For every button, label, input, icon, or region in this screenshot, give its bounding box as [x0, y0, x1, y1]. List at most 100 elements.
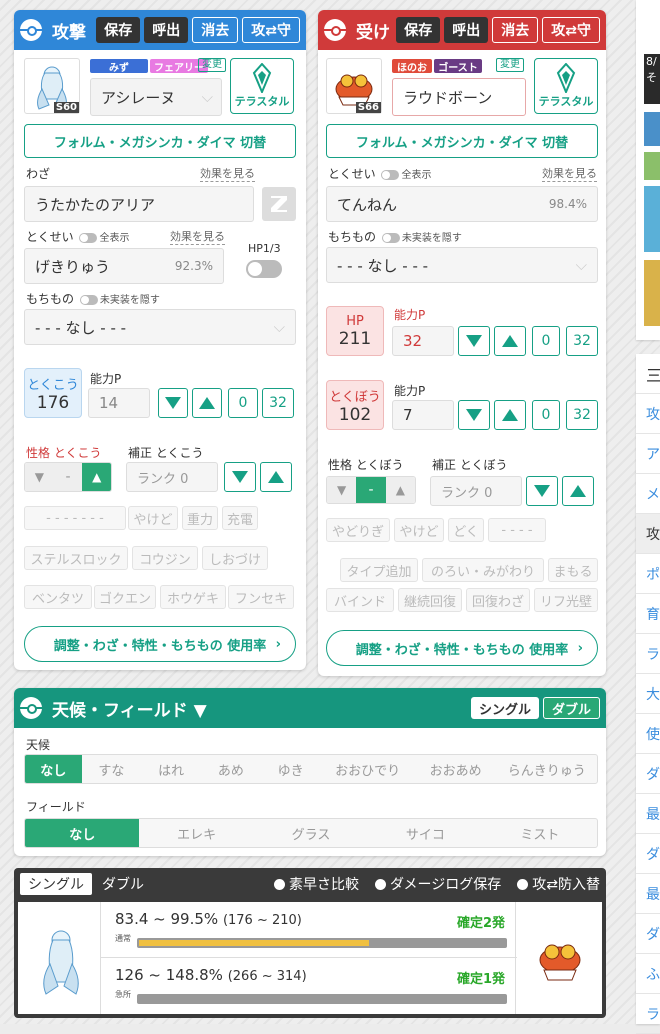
- save-button[interactable]: 保存: [96, 17, 141, 43]
- nature-neutral[interactable]: -: [53, 463, 83, 491]
- weather-heavy-rain[interactable]: おおあめ: [415, 755, 497, 783]
- condition-chip[interactable]: ホウゲキ: [160, 585, 226, 609]
- sidebar-item[interactable]: ラ: [636, 634, 660, 674]
- sidebar-item[interactable]: 使: [636, 714, 660, 754]
- form-toggle-button[interactable]: フォルム・メガシンカ・ダイマ 切替: [24, 124, 296, 158]
- weather-snow[interactable]: ゆき: [261, 755, 321, 783]
- pokemon-sprite[interactable]: S66: [326, 58, 382, 114]
- condition-chip[interactable]: のろい・みがわり: [422, 558, 544, 582]
- condition-chip[interactable]: ステルスロック: [24, 546, 128, 570]
- spdef-decrease-button[interactable]: [458, 400, 490, 430]
- condition-chip[interactable]: ベンタツ: [24, 585, 92, 609]
- field-electric[interactable]: エレキ: [139, 819, 253, 847]
- condition-chip[interactable]: しおづけ: [202, 546, 268, 570]
- sidebar-item[interactable]: 育: [636, 594, 660, 634]
- sidebar-item[interactable]: 最: [636, 874, 660, 914]
- condition-chip[interactable]: タイプ追加: [340, 558, 418, 582]
- single-button[interactable]: シングル: [470, 697, 539, 719]
- nature-selector[interactable]: ▼ - ▲: [24, 462, 112, 492]
- condition-chip[interactable]: やけど: [394, 518, 444, 542]
- spdef-zero-button[interactable]: 0: [532, 400, 560, 430]
- hp-max-button[interactable]: 32: [566, 326, 598, 356]
- sidebar-item[interactable]: ダ: [636, 754, 660, 794]
- damage-log-button[interactable]: ダメージログ保存: [374, 874, 501, 894]
- ability-effect-link[interactable]: 効果を見る: [542, 165, 597, 182]
- sidebar-item[interactable]: メ: [636, 474, 660, 514]
- ability-effect-link[interactable]: 効果を見る: [170, 228, 225, 245]
- condition-chip[interactable]: フンセキ: [228, 585, 294, 609]
- hp-ability-point-input[interactable]: 32: [392, 326, 454, 356]
- usage-link-button[interactable]: 調整・わざ・特性・もちもの 使用率 ›: [326, 630, 598, 666]
- nature-up-icon[interactable]: ▲: [385, 477, 415, 503]
- sidebar-item[interactable]: 攻: [636, 394, 660, 434]
- move-input[interactable]: うたかたのアリア: [24, 186, 254, 222]
- sidebar-item[interactable]: ふ: [636, 954, 660, 994]
- condition-chip[interactable]: 重力: [182, 506, 218, 530]
- ap-decrease-button[interactable]: [158, 388, 188, 418]
- nature-neutral[interactable]: -: [356, 477, 386, 503]
- field-title[interactable]: 天候・フィールド ▼: [52, 696, 467, 721]
- spdef-increase-button[interactable]: [494, 400, 526, 430]
- ap-zero-button[interactable]: 0: [228, 388, 258, 418]
- speed-compare-button[interactable]: 素早さ比較: [273, 874, 359, 894]
- nature-down-icon[interactable]: ▼: [25, 463, 54, 491]
- change-button[interactable]: 変更: [496, 58, 524, 72]
- hp-decrease-button[interactable]: [458, 326, 490, 356]
- condition-chip[interactable]: どく: [448, 518, 484, 542]
- rank-select[interactable]: ランク 0: [126, 462, 218, 492]
- swap-button[interactable]: 攻⇄守: [242, 17, 300, 43]
- condition-chip[interactable]: - - - - - - -: [24, 506, 126, 530]
- sidebar-item[interactable]: ダ: [636, 914, 660, 954]
- save-button[interactable]: 保存: [396, 17, 441, 43]
- weather-sand[interactable]: すな: [82, 755, 142, 783]
- ap-max-button[interactable]: 32: [262, 388, 294, 418]
- condition-chip[interactable]: コウジン: [132, 546, 198, 570]
- form-toggle-button[interactable]: フォルム・メガシンカ・ダイマ 切替: [326, 124, 598, 158]
- sidebar-item[interactable]: ダ: [636, 834, 660, 874]
- weather-selector[interactable]: なし すな はれ あめ ゆき おおひでり おおあめ らんきりゅう: [24, 754, 598, 784]
- sidebar-item-active[interactable]: 攻: [636, 514, 660, 554]
- item-select[interactable]: - - - なし - - - ⌵: [24, 309, 296, 345]
- double-tab[interactable]: ダブル: [102, 874, 274, 894]
- condition-chip[interactable]: 回復わざ: [466, 588, 530, 612]
- condition-chip[interactable]: リフ光壁: [534, 588, 598, 612]
- rank-decrease-button[interactable]: [224, 462, 256, 492]
- ability-select[interactable]: てんねん 98.4%: [326, 186, 598, 222]
- hp-increase-button[interactable]: [494, 326, 526, 356]
- pokemon-sprite[interactable]: S60: [24, 58, 80, 114]
- double-button[interactable]: ダブル: [542, 697, 600, 719]
- rank-select[interactable]: ランク 0: [430, 476, 522, 506]
- field-selector[interactable]: なし エレキ グラス サイコ ミスト: [24, 818, 598, 848]
- hide-unimplemented-toggle[interactable]: [381, 232, 400, 243]
- single-tab[interactable]: シングル: [20, 873, 92, 895]
- weather-rain[interactable]: あめ: [201, 755, 261, 783]
- sidebar-item[interactable]: ポ: [636, 554, 660, 594]
- condition-chip[interactable]: 充電: [222, 506, 258, 530]
- clear-button[interactable]: 消去: [192, 17, 239, 43]
- pokemon-select[interactable]: アシレーヌ ⌵: [90, 78, 222, 116]
- ad-thumb[interactable]: [644, 186, 660, 252]
- field-grassy[interactable]: グラス: [254, 819, 368, 847]
- ad-thumb[interactable]: [644, 260, 660, 326]
- weather-sun[interactable]: はれ: [141, 755, 201, 783]
- sidebar-item[interactable]: 最: [636, 794, 660, 834]
- condition-chip[interactable]: やどりぎ: [326, 518, 390, 542]
- weather-harsh-sun[interactable]: おおひでり: [320, 755, 414, 783]
- condition-chip[interactable]: まもる: [548, 558, 598, 582]
- nature-down-icon[interactable]: ▼: [327, 477, 357, 503]
- change-button[interactable]: 変更: [198, 58, 226, 72]
- move-effect-link[interactable]: 効果を見る: [200, 165, 255, 182]
- hp-zero-button[interactable]: 0: [532, 326, 560, 356]
- ap-increase-button[interactable]: [192, 388, 222, 418]
- ad-thumb[interactable]: [644, 152, 660, 180]
- nature-up-icon[interactable]: ▲: [82, 463, 111, 491]
- usage-link-button[interactable]: 調整・わざ・特性・もちもの 使用率 ›: [24, 626, 296, 662]
- sidebar-item[interactable]: ア: [636, 434, 660, 474]
- swap-button[interactable]: 攻⇄守: [542, 17, 600, 43]
- rank-increase-button[interactable]: [260, 462, 292, 492]
- hide-unimplemented-toggle[interactable]: [79, 294, 98, 305]
- weather-strong-winds[interactable]: らんきりゅう: [496, 755, 597, 783]
- ability-select[interactable]: げきりゅう 92.3%: [24, 248, 224, 284]
- show-all-toggle[interactable]: [79, 232, 98, 243]
- terastal-button[interactable]: テラスタル: [534, 58, 598, 114]
